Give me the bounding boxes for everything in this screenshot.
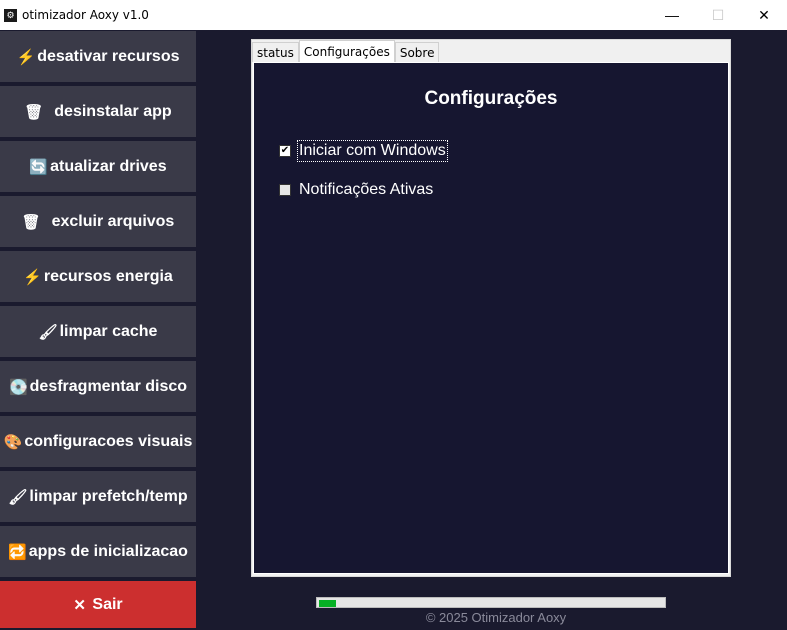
window-title: otimizador Aoxy v1.0 bbox=[22, 8, 149, 22]
tab-configuracoes[interactable]: Configurações bbox=[298, 40, 395, 62]
notifications-label: Notificações Ativas bbox=[299, 181, 434, 198]
desfragmentar-disco-button[interactable]: 💽 desfragmentar disco bbox=[0, 361, 196, 412]
start-with-windows-option[interactable]: ✔ Iniciar com Windows bbox=[279, 140, 448, 162]
minimize-button[interactable]: — bbox=[649, 0, 695, 30]
exit-button[interactable]: ✕ Sair bbox=[0, 581, 196, 628]
sidebar-item-label: limpar cache bbox=[59, 322, 158, 340]
sidebar-item-label: desinstalar app bbox=[54, 102, 172, 120]
desinstalar-app-button[interactable]: 🗑 desinstalar app bbox=[0, 86, 196, 137]
brush-icon: 🖌 bbox=[38, 323, 58, 341]
sidebar-item-label: atualizar drives bbox=[50, 157, 167, 175]
excluir-arquivos-button[interactable]: 🗑 excluir arquivos bbox=[0, 196, 196, 247]
settings-page: Configurações ✔ Iniciar com Windows Noti… bbox=[253, 62, 729, 574]
close-icon: ✕ bbox=[73, 596, 86, 614]
sidebar-item-label: excluir arquivos bbox=[51, 212, 175, 230]
trash-icon: 🗑 bbox=[21, 213, 41, 231]
window-controls: — ☐ ✕ bbox=[649, 0, 787, 30]
sidebar-item-label: desativar recursos bbox=[37, 47, 180, 65]
recursos-energia-button[interactable]: ⚡ recursos energia bbox=[0, 251, 196, 302]
atualizar-drives-button[interactable]: 🔄 atualizar drives bbox=[0, 141, 196, 192]
sidebar-item-label: limpar prefetch/temp bbox=[29, 487, 188, 505]
lightning-icon: ⚡ bbox=[16, 48, 36, 66]
disk-icon: 💽 bbox=[8, 378, 28, 396]
sidebar: ⚡ desativar recursos 🗑 desinstalar app 🔄 a… bbox=[0, 30, 200, 630]
apps-inicializacao-button[interactable]: 🔁 apps de inicializacao bbox=[0, 526, 196, 577]
app-icon: ⚙ bbox=[4, 8, 17, 22]
close-button[interactable]: ✕ bbox=[741, 0, 787, 30]
tab-status[interactable]: status bbox=[252, 42, 299, 62]
exit-label: Sair bbox=[92, 595, 123, 613]
trash-icon: 🗑 bbox=[24, 103, 44, 121]
tab-panel: status Configurações Sobre Configurações… bbox=[251, 39, 731, 577]
tab-strip: status Configurações Sobre bbox=[252, 40, 440, 62]
footer-copyright: © 2025 Otimizador Aoxy bbox=[425, 610, 567, 625]
page-title: Configurações bbox=[424, 88, 558, 109]
start-with-windows-label: Iniciar com Windows bbox=[297, 140, 448, 162]
configuracoes-visuais-button[interactable]: 🎨 configuracoes visuais bbox=[0, 416, 196, 467]
progress-fill bbox=[319, 600, 336, 607]
limpar-prefetch-temp-button[interactable]: 🖌 limpar prefetch/temp bbox=[0, 471, 196, 522]
title-bar: ⚙ otimizador Aoxy v1.0 — ☐ ✕ bbox=[0, 0, 787, 30]
sidebar-item-label: desfragmentar disco bbox=[29, 377, 188, 395]
sidebar-item-label: apps de inicializacao bbox=[28, 542, 188, 560]
startup-icon: 🔁 bbox=[8, 543, 27, 561]
sidebar-item-label: configuracoes visuais bbox=[24, 432, 193, 450]
notifications-option[interactable]: Notificações Ativas bbox=[279, 181, 433, 199]
start-with-windows-checkbox[interactable]: ✔ bbox=[279, 145, 291, 157]
sidebar-item-label: recursos energia bbox=[43, 267, 173, 285]
refresh-icon: 🔄 bbox=[29, 158, 49, 176]
lightning-icon: ⚡ bbox=[23, 268, 42, 286]
progress-bar bbox=[316, 597, 666, 608]
notifications-checkbox[interactable] bbox=[279, 184, 291, 196]
tab-sobre[interactable]: Sobre bbox=[394, 42, 440, 62]
desativar-recursos-button[interactable]: ⚡ desativar recursos bbox=[0, 31, 196, 82]
brush-icon: 🖌 bbox=[8, 488, 28, 506]
palette-icon: 🎨 bbox=[3, 433, 23, 451]
limpar-cache-button[interactable]: 🖌 limpar cache bbox=[0, 306, 196, 357]
maximize-button[interactable]: ☐ bbox=[695, 0, 741, 30]
